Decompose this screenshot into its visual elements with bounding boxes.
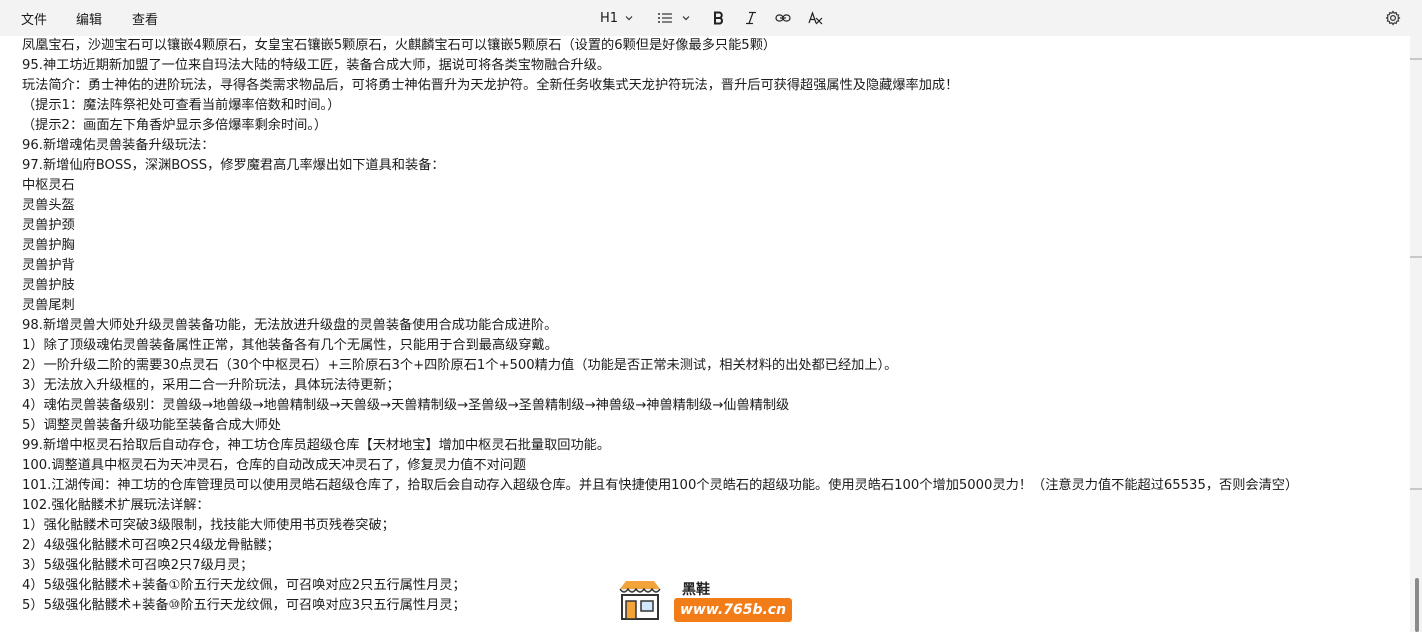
document-line[interactable]: 灵兽头盔: [22, 196, 1402, 216]
menu-file[interactable]: 文件: [21, 9, 47, 28]
document-line[interactable]: 99.新增中枢灵石拾取后自动存仓，神工坊仓库员超级仓库【天材地宝】增加中枢灵石批…: [22, 436, 1402, 456]
shop-icon: [619, 581, 661, 620]
document-line[interactable]: 95.神工坊近期新加盟了一位来自玛法大陆的特级工匠，装备合成大师，据说可将各类宝…: [22, 56, 1402, 76]
scroll-marker: [1410, 488, 1422, 490]
document-line[interactable]: 3）无法放入升级框的，采用二合一升阶玩法，具体玩法待更新；: [22, 376, 1402, 396]
document-line[interactable]: （提示2：画面左下角香炉显示多倍爆率剩余时间。）: [22, 116, 1402, 136]
bold-icon: [714, 11, 723, 25]
document-line[interactable]: 96.新增魂佑灵兽装备升级玩法：: [22, 136, 1402, 156]
document-line[interactable]: 玩法简介：勇士神佑的进阶玩法，寻得各类需求物品后，可将勇士神佑晋升为天龙护符。全…: [22, 76, 1402, 96]
document-line[interactable]: 102.强化骷髅术扩展玩法详解：: [22, 496, 1402, 516]
document-line[interactable]: 灵兽护胸: [22, 236, 1402, 256]
gear-icon: [1385, 10, 1401, 26]
document-line[interactable]: 2）一阶升级二阶的需要30点灵石（30个中枢灵石）+三阶原石3个+四阶原石1个+…: [22, 356, 1402, 376]
document-line[interactable]: 97.新增仙府BOSS，深渊BOSS，修罗魔君高几率爆出如下道具和装备：: [22, 156, 1402, 176]
watermark-url: www.765b.cn: [674, 598, 793, 622]
italic-button[interactable]: [742, 7, 760, 29]
document-line[interactable]: 灵兽尾刺: [22, 296, 1402, 316]
document-line[interactable]: 2）4级强化骷髅术可召唤2只4级龙骨骷髅；: [22, 536, 1402, 556]
scrollbar-thumb[interactable]: [1415, 578, 1419, 632]
settings-button[interactable]: [1383, 7, 1403, 29]
vertical-scrollbar[interactable]: [1410, 36, 1422, 632]
italic-icon: [746, 11, 756, 25]
document-line[interactable]: 4）魂佑灵兽装备级别：灵兽级→地兽级→地兽精制级→天兽级→天兽精制级→圣兽级→圣…: [22, 396, 1402, 416]
document-body[interactable]: 凤凰宝石，沙迦宝石可以镶嵌4颗原石，女皇宝石镶嵌5颗原石，火麒麟宝石可以镶嵌5颗…: [0, 36, 1402, 616]
document-line[interactable]: 101.江湖传闻：神工坊的仓库管理员可以使用灵皓石超级仓库了，拾取后会自动存入超…: [22, 476, 1402, 496]
heading-dropdown[interactable]: H1: [598, 7, 636, 29]
watermark-logo: 黑鞋 www.765b.cn: [612, 577, 812, 627]
document-line[interactable]: 凤凰宝石，沙迦宝石可以镶嵌4颗原石，女皇宝石镶嵌5颗原石，火麒麟宝石可以镶嵌5颗…: [22, 36, 1402, 56]
menu-view[interactable]: 查看: [132, 9, 158, 28]
document-line[interactable]: 1）除了顶级魂佑灵兽装备属性正常，其他装备各有几个无属性，只能用于合到最高级穿戴…: [22, 336, 1402, 356]
watermark-name: 黑鞋: [682, 582, 710, 598]
link-button[interactable]: [773, 7, 793, 29]
document-line[interactable]: 1）强化骷髅术可突破3级限制，找技能大师使用书页残卷突破；: [22, 516, 1402, 536]
document-line[interactable]: （提示1：魔法阵祭祀处可查看当前爆率倍数和时间。）: [22, 96, 1402, 116]
document-line[interactable]: 5）调整灵兽装备升级功能至装备合成大师处: [22, 416, 1402, 436]
menu-edit[interactable]: 编辑: [76, 9, 102, 28]
list-dropdown[interactable]: [654, 7, 694, 29]
document-line[interactable]: 3）5级强化骷髅术可召唤2只7级月灵；: [22, 556, 1402, 576]
scroll-marker: [1410, 256, 1422, 258]
chevron-down-icon: [682, 16, 690, 21]
document-line[interactable]: 98.新增灵兽大师处升级灵兽装备功能，无法放进升级盘的灵兽装备使用合成功能合成进…: [22, 316, 1402, 336]
bullet-list-icon: [658, 13, 672, 23]
bold-button[interactable]: [710, 7, 728, 29]
clear-format-icon: [808, 11, 823, 25]
document-line[interactable]: 灵兽护颈: [22, 216, 1402, 236]
document-line[interactable]: 灵兽护肢: [22, 276, 1402, 296]
heading-label: H1: [599, 10, 619, 26]
chevron-down-icon: [625, 16, 633, 21]
document-line[interactable]: 灵兽护背: [22, 256, 1402, 276]
document-line[interactable]: 100.调整道具中枢灵石为天冲灵石，仓库的自动改成天冲灵石了，修复灵力值不对问题: [22, 456, 1402, 476]
link-icon: [775, 14, 791, 22]
scroll-marker: [1410, 58, 1422, 60]
document-line[interactable]: 中枢灵石: [22, 176, 1402, 196]
top-toolbar: 文件 编辑 查看 H1: [0, 0, 1422, 36]
clear-format-button[interactable]: [805, 7, 825, 29]
editor-content[interactable]: 凤凰宝石，沙迦宝石可以镶嵌4颗原石，女皇宝石镶嵌5颗原石，火麒麟宝石可以镶嵌5颗…: [0, 36, 1410, 632]
